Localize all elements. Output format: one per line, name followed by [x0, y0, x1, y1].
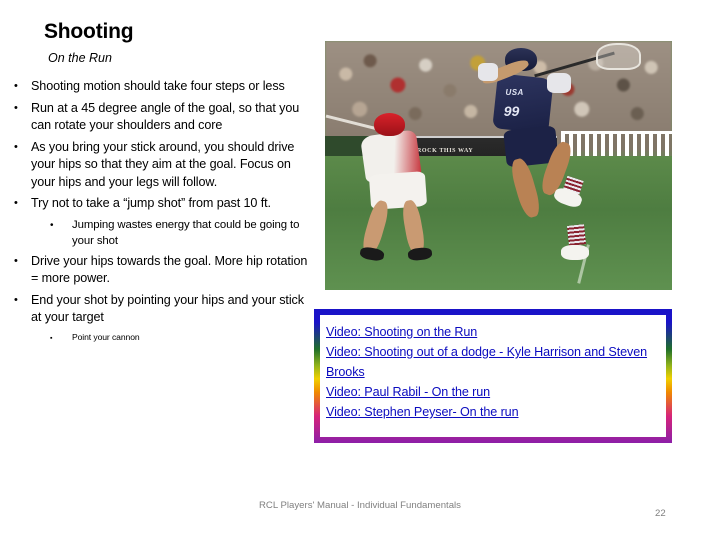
bullet-text: Point your cannon	[72, 331, 140, 342]
bullet-list: • Shooting motion should take four steps …	[10, 78, 310, 350]
video-link[interactable]: Video: Stephen Peyser- On the run	[326, 402, 660, 422]
page-number: 22	[655, 508, 666, 519]
bullet-item: ▪ Point your cannon	[10, 331, 310, 346]
bullet-marker-icon: •	[14, 293, 18, 306]
shooter-jersey	[492, 73, 554, 134]
bullet-marker-icon: •	[14, 80, 18, 92]
bullet-marker-icon: •	[14, 140, 18, 153]
shooter-glove-left	[477, 63, 499, 81]
bullet-text: Run at a 45 degree angle of the goal, so…	[31, 100, 300, 133]
page-subtitle: On the Run	[48, 51, 112, 65]
bullet-text: Jumping wastes energy that could be goin…	[72, 218, 300, 247]
bullet-text: Drive your hips towards the goal. More h…	[31, 253, 308, 286]
bullet-item: • End your shot by pointing your hips and…	[10, 292, 310, 327]
bullet-text: Shooting motion should take four steps o…	[31, 79, 285, 93]
bullet-marker-icon: •	[50, 219, 54, 231]
bullet-text: Try not to take a “jump shot” from past …	[31, 196, 271, 210]
video-link[interactable]: Video: Paul Rabil - On the run	[326, 382, 660, 402]
shooter-glove-right	[547, 73, 572, 94]
defender-helmet	[373, 113, 405, 136]
shooter-sock-left	[566, 224, 587, 247]
bullet-marker-icon: •	[14, 254, 18, 267]
shooter-jersey-number: 99	[503, 103, 520, 120]
video-link[interactable]: Video: Shooting on the Run	[326, 322, 660, 342]
page-title: Shooting	[44, 20, 134, 43]
shooter-stick-head	[595, 43, 642, 70]
video-links-box: Video: Shooting on the Run Video: Shootin…	[314, 309, 672, 443]
lacrosse-action-photo: ROCK THIS WAY USA 99	[325, 41, 672, 290]
bullet-text: As you bring your stick around, you shou…	[31, 139, 295, 189]
bullet-item: • Jumping wastes energy that could be goi…	[10, 217, 310, 249]
video-link[interactable]: Video: Shooting out of a dodge - Kyle Ha…	[326, 342, 660, 382]
video-links-list: Video: Shooting on the Run Video: Shootin…	[320, 315, 666, 422]
photo-scene: ROCK THIS WAY USA 99	[325, 41, 672, 290]
bullet-item: • Drive your hips towards the goal. More …	[10, 253, 310, 288]
bullet-marker-icon: •	[14, 197, 18, 209]
footer-text: RCL Players' Manual - Individual Fundame…	[259, 500, 461, 511]
bullet-item: • As you bring your stick around, you sho…	[10, 139, 310, 192]
banner-text: ROCK THIS WAY	[416, 148, 474, 155]
bullet-marker-icon: ▪	[50, 334, 53, 342]
bullet-item: • Shooting motion should take four steps …	[10, 78, 310, 96]
shooter-team-label: USA	[505, 88, 524, 98]
shooter-shoe-left	[560, 245, 589, 261]
bullet-text: End your shot by pointing your hips and …	[31, 292, 304, 325]
bullet-item: • Run at a 45 degree angle of the goal, s…	[10, 100, 310, 135]
bullet-marker-icon: •	[14, 101, 18, 114]
bullet-item: • Try not to take a “jump shot” from past…	[10, 195, 310, 213]
